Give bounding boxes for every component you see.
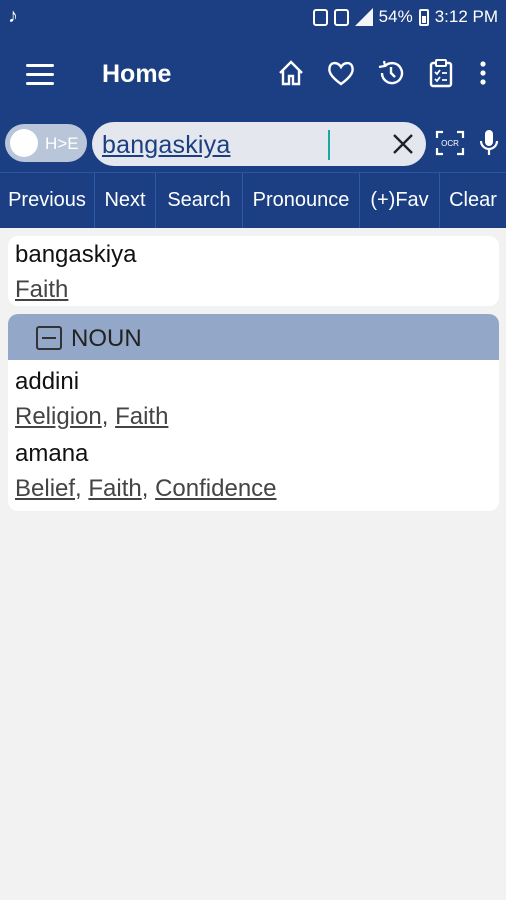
add-favorite-button[interactable]: (+)Fav: [360, 173, 440, 228]
meaning-link[interactable]: Faith: [15, 276, 68, 303]
meaning-link[interactable]: Faith: [88, 475, 141, 502]
microphone-icon[interactable]: [478, 128, 500, 158]
part-of-speech-label: NOUN: [71, 325, 142, 352]
app-bar: Home: [0, 36, 506, 114]
favorite-heart-icon[interactable]: [326, 58, 356, 88]
whatsapp-icon: [312, 8, 328, 26]
sim-icon: [333, 8, 349, 26]
search-button[interactable]: Search: [156, 173, 243, 228]
result-card: bangaskiya Faith: [8, 236, 499, 306]
result-meanings: Faith: [15, 276, 68, 304]
svg-text:OCR: OCR: [441, 139, 459, 148]
battery-icon: [418, 8, 429, 26]
page-title: Home: [102, 60, 172, 88]
appbar-actions: [276, 58, 490, 88]
language-toggle[interactable]: H>E: [5, 124, 87, 162]
previous-button[interactable]: Previous: [0, 173, 95, 228]
toggle-label: H>E: [45, 134, 79, 153]
action-button-bar: Previous Next Search Pronounce (+)Fav Cl…: [0, 172, 506, 228]
next-button[interactable]: Next: [95, 173, 156, 228]
search-row: H>E bangaskiya OCR: [0, 114, 506, 172]
meaning-link[interactable]: Faith: [115, 403, 168, 430]
toggle-knob: [10, 129, 38, 157]
clipboard-icon[interactable]: [426, 58, 456, 88]
text-caret: [328, 130, 330, 160]
search-value[interactable]: bangaskiya: [102, 131, 230, 160]
pronounce-button[interactable]: Pronounce: [243, 173, 360, 228]
entry-meanings: Religion, Faith: [15, 403, 169, 430]
status-bar: ♪ 54% 3:12 PM: [0, 0, 506, 36]
clear-button[interactable]: Clear: [440, 173, 506, 228]
battery-percent: 54%: [378, 7, 413, 26]
history-icon[interactable]: [376, 58, 406, 88]
meaning-link[interactable]: Confidence: [155, 475, 276, 502]
home-icon[interactable]: [276, 58, 306, 88]
entry-word: amana: [15, 440, 89, 467]
menu-icon[interactable]: [26, 64, 54, 86]
section-header[interactable]: NOUN: [8, 314, 499, 360]
meaning-link[interactable]: Belief: [15, 475, 75, 502]
close-icon[interactable]: [390, 131, 416, 157]
status-right: 54% 3:12 PM: [312, 7, 498, 27]
noun-section: NOUN addini Religion, Faith amana Belief…: [8, 314, 499, 511]
search-input[interactable]: bangaskiya: [92, 122, 426, 166]
more-vert-icon[interactable]: [476, 58, 490, 88]
meaning-link[interactable]: Religion: [15, 403, 102, 430]
music-note-icon: ♪: [8, 5, 18, 27]
collapse-minus-icon[interactable]: [36, 326, 62, 350]
signal-icon: [354, 8, 373, 26]
result-word: bangaskiya: [15, 241, 137, 268]
entry-word: addini: [15, 368, 80, 395]
ocr-scan-icon[interactable]: OCR: [435, 130, 465, 156]
clock: 3:12 PM: [434, 7, 498, 26]
entry-meanings: Belief, Faith, Confidence: [15, 475, 277, 502]
